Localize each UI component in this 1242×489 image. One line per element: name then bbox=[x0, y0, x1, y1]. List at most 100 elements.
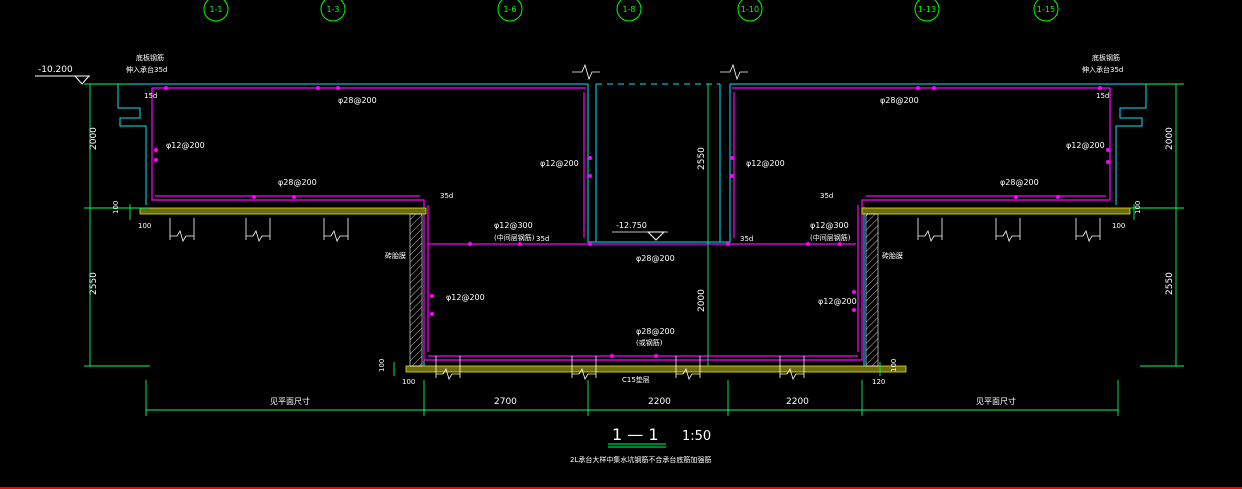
dim-small-left-b: 100 bbox=[402, 378, 415, 386]
grid-axis-1-8: 1-8 bbox=[616, 0, 642, 22]
rebar-dot bbox=[932, 86, 936, 90]
grid-axis-1-3: 1-3 bbox=[320, 0, 346, 22]
dimension-texts: 2000 2550 2000 2550 2550 2000 100 100 10… bbox=[89, 127, 1175, 407]
rebar-dot bbox=[468, 242, 472, 246]
label-lower-wall-left: φ12@200 bbox=[446, 293, 485, 302]
label-bottom: φ28@200 bbox=[636, 327, 675, 336]
grid-axes: 1-1 1-3 1-6 1-8 1-10 1-13 1-15 bbox=[203, 0, 1059, 22]
dim-span-3: 2200 bbox=[786, 397, 809, 407]
break-mark bbox=[1076, 230, 1100, 242]
label-center-mid: φ28@200 bbox=[636, 254, 675, 263]
title-block: 1 — 1 1:50 2L承台大样中集水坑钢筋不合承台底筋加强筋 bbox=[570, 425, 711, 464]
rebar-dot bbox=[726, 242, 730, 246]
break-mark bbox=[572, 63, 600, 81]
rebar-dot bbox=[316, 86, 320, 90]
rebar-dot bbox=[654, 354, 658, 358]
rebar-dot bbox=[806, 242, 810, 246]
label-step-left: φ28@200 bbox=[278, 178, 317, 187]
dim-cover-right: 100 bbox=[1134, 201, 1142, 214]
label-anchor-center-left: 35d bbox=[536, 235, 549, 243]
label-step-right: φ28@200 bbox=[1000, 178, 1039, 187]
rebar-dot bbox=[292, 195, 296, 199]
rebar-dot bbox=[1106, 160, 1110, 164]
break-mark bbox=[720, 63, 748, 81]
dim-span-2: 2200 bbox=[648, 397, 671, 407]
dim-small-right-b: 120 bbox=[872, 378, 885, 386]
svg-text:1-6: 1-6 bbox=[503, 5, 516, 14]
label-top-right-note2: 伸入承台35d bbox=[1082, 65, 1123, 74]
elevation-top: -10.200 bbox=[35, 65, 91, 85]
dim-right-extent: 见平面尺寸 bbox=[976, 396, 1016, 406]
rebar-dot bbox=[730, 174, 734, 178]
break-mark bbox=[324, 230, 348, 242]
elevation-pit-label: -12.750 bbox=[616, 221, 647, 230]
cushion-layers bbox=[139, 207, 1131, 373]
label-pit-wall-right: φ12@200 bbox=[746, 159, 785, 168]
rebar-dot bbox=[1056, 195, 1060, 199]
label-lower-wall-right: φ12@200 bbox=[818, 297, 857, 306]
dim-right-lower: 2550 bbox=[1165, 272, 1175, 295]
label-anchor-right: 35d bbox=[820, 192, 833, 200]
dim-left-extent: 见平面尺寸 bbox=[270, 396, 310, 406]
rebar-dot bbox=[588, 174, 592, 178]
dim-center-upper: 2550 bbox=[697, 147, 707, 170]
break-mark bbox=[170, 230, 194, 242]
svg-text:1-1: 1-1 bbox=[209, 5, 222, 14]
dim-span-1: 2700 bbox=[494, 397, 517, 407]
label-mid-left-note: (中间层钢筋) bbox=[494, 233, 535, 242]
rebar-dot bbox=[164, 86, 168, 90]
elevation-top-label: -10.200 bbox=[38, 65, 73, 75]
dim-center-lower: 2000 bbox=[697, 289, 707, 312]
dim-right-upper: 2000 bbox=[1165, 127, 1175, 150]
rebar-dot bbox=[588, 156, 592, 160]
section-scale: 1:50 bbox=[682, 429, 711, 444]
dim-left-upper: 2000 bbox=[89, 127, 99, 150]
dim-small-left-a: 100 bbox=[138, 222, 151, 230]
label-anchor-center-right: 35d bbox=[740, 235, 753, 243]
label-top-left-note1: 底板钢筋 bbox=[136, 53, 164, 62]
rebar-dot bbox=[336, 86, 340, 90]
section-note: 2L承台大样中集水坑钢筋不合承台底筋加强筋 bbox=[570, 455, 711, 464]
rebar-dot bbox=[838, 242, 842, 246]
label-wall-right: φ12@200 bbox=[1066, 141, 1105, 150]
label-mid-right: φ12@300 bbox=[810, 221, 849, 230]
label-wall-left: φ12@200 bbox=[166, 141, 205, 150]
label-hook-right: 15d bbox=[1096, 92, 1109, 100]
rebar-dot bbox=[1014, 195, 1018, 199]
label-top-right-note1: 底板钢筋 bbox=[1092, 53, 1120, 62]
rebar-dot bbox=[588, 242, 592, 246]
svg-text:1-8: 1-8 bbox=[622, 5, 635, 14]
label-pit-wall-left: φ12@200 bbox=[540, 159, 579, 168]
rebar-dot bbox=[430, 312, 434, 316]
grid-axis-1-15: 1-15 bbox=[1033, 0, 1059, 22]
dim-left-lower: 2550 bbox=[89, 272, 99, 295]
label-anchor-left: 35d bbox=[440, 192, 453, 200]
rebar-dot bbox=[154, 158, 158, 162]
rebar-dot bbox=[1098, 86, 1102, 90]
rebar-dot bbox=[852, 290, 856, 294]
grid-axis-1-6: 1-6 bbox=[497, 0, 523, 22]
elevation-pit: -12.750 bbox=[612, 221, 668, 241]
label-bottom-note: (或钢筋) bbox=[636, 338, 663, 347]
label-hook-left: 15d bbox=[144, 92, 157, 100]
label-top-right: φ28@200 bbox=[880, 96, 919, 105]
dim-small-right-a: 100 bbox=[1112, 222, 1125, 230]
break-mark bbox=[246, 230, 270, 242]
cad-drawing: 1-1 1-3 1-6 1-8 1-10 1-13 1-15 -10.200 2… bbox=[35, 0, 1184, 464]
rebar-dot bbox=[610, 354, 614, 358]
rebar-dot bbox=[852, 308, 856, 312]
rebar-dot bbox=[518, 242, 522, 246]
break-mark bbox=[996, 230, 1020, 242]
section-title: 1 — 1 bbox=[612, 425, 659, 444]
dim-base-right: 100 bbox=[890, 359, 898, 372]
rebar-dot bbox=[154, 148, 158, 152]
rebar-dot bbox=[252, 195, 256, 199]
label-bottom-cushion: C15垫层 bbox=[622, 375, 650, 384]
svg-text:1-3: 1-3 bbox=[326, 5, 339, 14]
label-mid-left: φ12@300 bbox=[494, 221, 533, 230]
grid-axis-1-13: 1-13 bbox=[914, 0, 940, 22]
svg-text:1-15: 1-15 bbox=[1037, 5, 1055, 14]
break-mark bbox=[918, 230, 942, 242]
grid-axis-1-1: 1-1 bbox=[203, 0, 229, 22]
label-mid-right-note: (中间层钢筋) bbox=[810, 233, 851, 242]
